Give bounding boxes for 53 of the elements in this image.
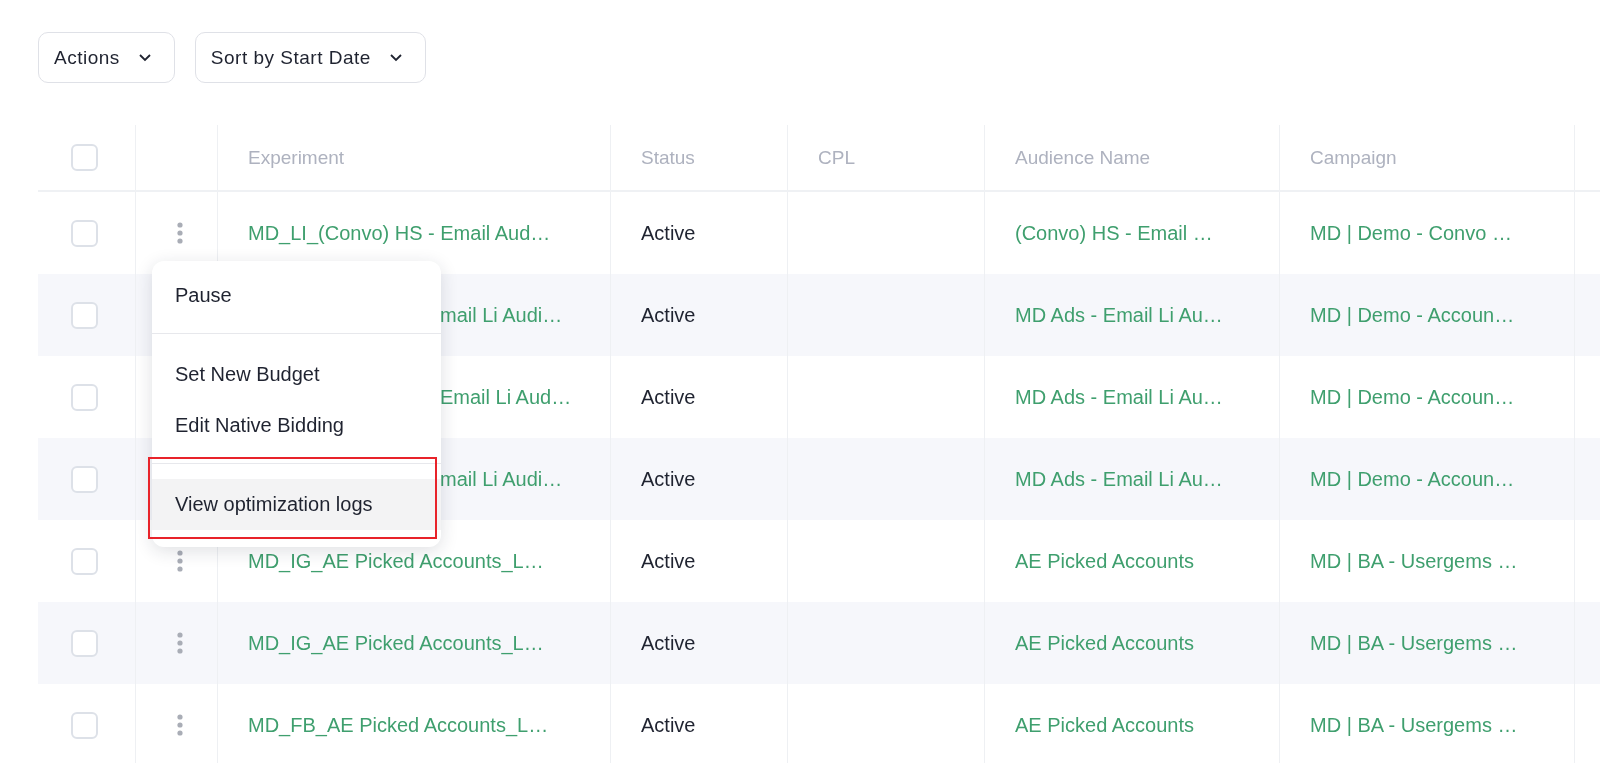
status-text: Active	[641, 385, 696, 409]
menu-item[interactable]: View optimization logs	[152, 479, 441, 530]
audience-link[interactable]: AE Picked Accounts	[1015, 713, 1194, 737]
menu-item[interactable]: Edit Native Bidding	[152, 400, 441, 451]
experiment-link[interactable]: MD_IG_AE Picked Accounts_L…	[248, 549, 544, 573]
dropdown-button[interactable]: Actions	[38, 32, 175, 83]
menu-item[interactable]: Pause	[152, 270, 441, 321]
checkbox[interactable]	[71, 383, 98, 411]
column-header: Audience Name	[1015, 146, 1151, 169]
status-text: Active	[641, 303, 696, 327]
checkbox[interactable]	[71, 219, 98, 247]
audience-link[interactable]: (Convo) HS - Email …	[1015, 221, 1213, 245]
checkbox[interactable]	[71, 547, 98, 575]
menu-item[interactable]: Set New Budget	[152, 349, 441, 400]
checkbox[interactable]	[71, 629, 98, 657]
campaign-link[interactable]: MD | Demo - Accoun…	[1310, 303, 1515, 327]
experiment-link[interactable]: MD_FB_AE Picked Accounts_L…	[248, 713, 549, 737]
experiment-link[interactable]: Email Li Aud…	[440, 385, 572, 409]
campaign-link[interactable]: MD | BA - Usergems …	[1310, 631, 1518, 655]
column-header: Experiment	[248, 146, 345, 169]
audience-link[interactable]: MD Ads - Email Li Au…	[1015, 467, 1223, 491]
status-text: Active	[641, 713, 696, 737]
audience-link[interactable]: MD Ads - Email Li Au…	[1015, 303, 1223, 327]
campaign-link[interactable]: MD | Demo - Accoun…	[1310, 467, 1515, 491]
column-header: CPL	[818, 146, 855, 169]
status-text: Active	[641, 631, 696, 655]
status-text: Active	[641, 467, 696, 491]
status-text: Active	[641, 549, 696, 573]
status-text: Active	[641, 221, 696, 245]
checkbox[interactable]	[71, 301, 98, 329]
experiment-link[interactable]: MD_IG_AE Picked Accounts_L…	[248, 631, 544, 655]
more-options-icon[interactable]	[177, 714, 183, 736]
checkbox[interactable]	[71, 465, 98, 493]
column-header: Status	[641, 146, 695, 169]
chevron-down-icon	[137, 53, 152, 62]
more-options-icon[interactable]	[177, 632, 183, 654]
more-options-icon[interactable]	[177, 222, 183, 244]
campaign-link[interactable]: MD | BA - Usergems …	[1310, 713, 1518, 737]
campaign-link[interactable]: MD | BA - Usergems …	[1310, 549, 1518, 573]
experiment-link[interactable]: MD_LI_(Convo) HS - Email Aud…	[248, 221, 551, 245]
audience-link[interactable]: AE Picked Accounts	[1015, 549, 1194, 573]
column-header: Campaign	[1310, 146, 1397, 169]
experiment-link[interactable]: mail Li Audi…	[440, 467, 563, 491]
checkbox[interactable]	[71, 144, 98, 171]
dropdown-button[interactable]: Sort by Start Date	[194, 32, 426, 83]
campaign-link[interactable]: MD | Demo - Convo …	[1310, 221, 1512, 245]
more-options-icon[interactable]	[177, 550, 183, 572]
experiment-link[interactable]: mail Li Audi…	[440, 303, 563, 327]
audience-link[interactable]: MD Ads - Email Li Au…	[1015, 385, 1223, 409]
chevron-down-icon	[388, 53, 403, 62]
checkbox[interactable]	[71, 711, 98, 739]
campaign-link[interactable]: MD | Demo - Accoun…	[1310, 385, 1515, 409]
audience-link[interactable]: AE Picked Accounts	[1015, 631, 1194, 655]
